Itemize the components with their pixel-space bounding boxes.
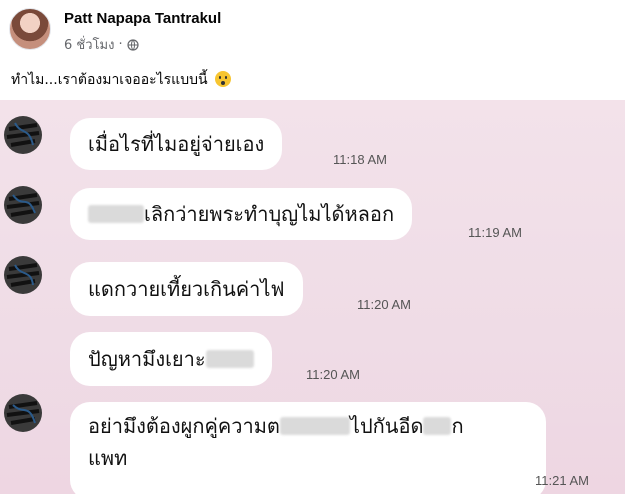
post-caption-text: ทำไม...เราต้องมาเจออะไรแบบนี้ (11, 72, 208, 88)
message-text-1: เมื่อไรที่ไมอยู่จ่ายเอง (88, 132, 265, 156)
message-text-5a: อย่ามึงต้องผูกคู่ความต (88, 414, 280, 438)
chat-screenshot: เมื่อไรที่ไมอยู่จ่ายเอง 11:18 AM เลิกว่า… (0, 100, 625, 494)
globe-icon (126, 38, 139, 51)
post-timestamp[interactable]: 6 ชั่วโมง (64, 34, 114, 55)
message-bubble-4: ปัญหามึงเยาะ (70, 332, 272, 386)
blurred-text (279, 417, 350, 435)
message-time-2: 11:19 AM (468, 225, 522, 240)
message-bubble-1: เมื่อไรที่ไมอยู่จ่ายเอง (70, 118, 283, 170)
message-time-1: 11:18 AM (333, 152, 387, 167)
blurred-text (88, 205, 144, 223)
censored-avatar-icon (4, 394, 42, 432)
message-text-2: เลิกว่ายพระทำบุญไมได้หลอก (144, 202, 395, 226)
scream-emoji-icon (215, 71, 232, 87)
post-author-name[interactable]: Patt Napapa Tantrakul (64, 10, 221, 27)
post-caption: ทำไม...เราต้องมาเจออะไรแบบนี้ (11, 69, 232, 91)
message-text-5b: ไปกันอีด (349, 414, 424, 438)
message-time-5: 11:21 AM (535, 473, 589, 488)
post-header: Patt Napapa Tantrakul 6 ชั่วโมง · ทำไม..… (0, 0, 625, 100)
censored-avatar-icon (4, 256, 42, 294)
blurred-text (423, 417, 452, 435)
message-bubble-2: เลิกว่ายพระทำบุญไมได้หลอก (70, 188, 413, 240)
censored-avatar-icon (4, 116, 42, 154)
blurred-text (205, 350, 254, 368)
profile-avatar[interactable] (9, 8, 51, 50)
separator-dot: · (118, 37, 123, 52)
post-meta: 6 ชั่วโมง · (64, 34, 139, 55)
message-text-4: ปัญหามึงเยาะ (88, 347, 206, 371)
message-line-5a: อย่ามึงต้องผูกคู่ความต ไปกันอีด ก (88, 410, 528, 442)
message-text-3: แดกวายเที้ยวเกินค่าไฟ (88, 277, 285, 301)
message-line-5b: แพท (88, 446, 128, 470)
message-time-3: 11:20 AM (357, 297, 411, 312)
message-bubble-3: แดกวายเที้ยวเกินค่าไฟ (70, 262, 303, 316)
message-bubble-5: อย่ามึงต้องผูกคู่ความต ไปกันอีด ก แพท (70, 402, 546, 494)
censored-avatar-icon (4, 186, 42, 224)
message-text-5c: ก (451, 414, 464, 438)
message-time-4: 11:20 AM (306, 367, 360, 382)
